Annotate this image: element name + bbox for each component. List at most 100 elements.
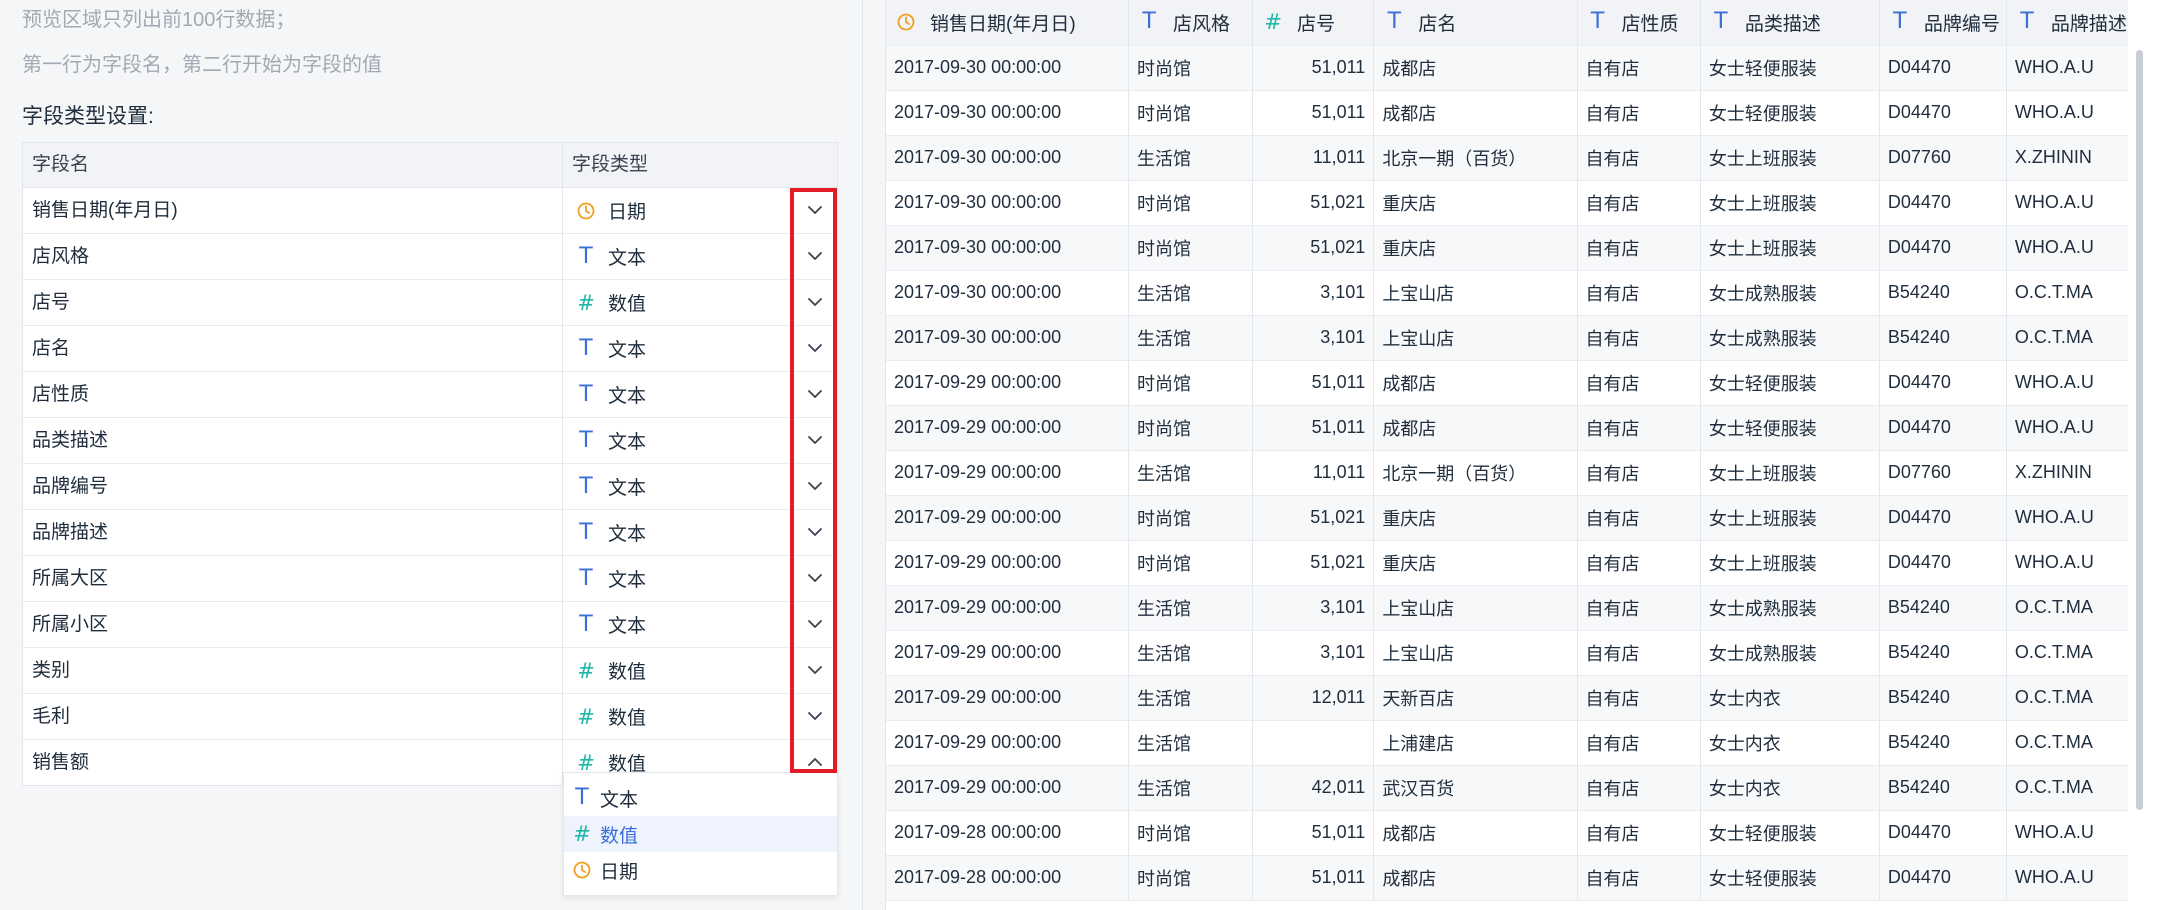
table-cell: 自有店	[1577, 360, 1701, 406]
chevron-down-icon[interactable]	[805, 706, 825, 726]
table-cell: D04470	[1879, 540, 2007, 586]
table-cell: O.C.T.MA	[2006, 675, 2129, 721]
preview-column-header: T 品牌描述	[2006, 0, 2129, 46]
data-preview-table[interactable]: 销售日期(年月日) T 店风格 # 店号 T 店名 T 店性质 T 品类描述 T 品牌编号 T 品牌描述 2…	[885, 0, 2129, 910]
table-cell: B54240	[1879, 630, 2007, 676]
chevron-up-icon[interactable]	[805, 752, 825, 772]
dropdown-option[interactable]: T 文本	[564, 780, 837, 816]
field-row: 品牌描述 T 文本	[23, 510, 837, 556]
chevron-down-icon[interactable]	[805, 568, 825, 588]
table-cell: 生活馆	[1128, 585, 1254, 631]
field-name: 类别	[23, 648, 563, 693]
table-row: 2017-09-29 00:00:00 时尚馆 51,011 成都店 自有店 女士轻便服装…	[886, 405, 2129, 451]
text-type-icon: T	[1590, 9, 1605, 35]
field-type-select[interactable]: T 文本	[563, 372, 837, 417]
field-type-label: 数值	[608, 294, 647, 315]
field-name: 店名	[23, 326, 563, 371]
number-type-icon: #	[577, 290, 595, 315]
field-type-select[interactable]: 日期	[563, 188, 837, 233]
table-cell: 时尚馆	[1128, 360, 1254, 406]
table-cell: 上宝山店	[1373, 585, 1578, 631]
table-cell: 时尚馆	[1128, 45, 1254, 91]
field-name: 店号	[23, 280, 563, 325]
scrollbar-thumb[interactable]	[2136, 50, 2143, 810]
field-type-select[interactable]: # 数值	[563, 648, 837, 693]
table-cell: O.C.T.MA	[2006, 585, 2129, 631]
dropdown-option[interactable]: 日期	[564, 852, 837, 888]
chevron-down-icon[interactable]	[805, 246, 825, 266]
table-cell: 自有店	[1577, 720, 1701, 766]
table-cell: D07760	[1879, 135, 2007, 181]
table-cell: 时尚馆	[1128, 810, 1254, 856]
table-cell: 11,011	[1252, 135, 1375, 181]
table-cell: O.C.T.MA	[2006, 765, 2129, 811]
field-table-header: 字段名 字段类型	[23, 143, 837, 188]
chevron-down-icon[interactable]	[805, 660, 825, 680]
chevron-down-icon[interactable]	[805, 430, 825, 450]
field-type-select[interactable]: # 数值	[563, 694, 837, 739]
table-cell: 2017-09-30 00:00:00	[886, 45, 1130, 91]
preview-column-header: 销售日期(年月日)	[886, 0, 1130, 46]
table-cell: B54240	[1879, 765, 2007, 811]
table-cell: 2017-09-29 00:00:00	[886, 540, 1130, 586]
table-cell: 2017-09-29 00:00:00	[886, 405, 1130, 451]
field-type-select[interactable]: T 文本	[563, 602, 837, 647]
table-cell: WHO.A.U	[2006, 180, 2129, 226]
field-type-select[interactable]: T 文本	[563, 510, 837, 555]
field-type-select[interactable]: T 文本	[563, 464, 837, 509]
chevron-down-icon[interactable]	[805, 614, 825, 634]
chevron-down-icon[interactable]	[805, 522, 825, 542]
vertical-scrollbar[interactable]	[2128, 0, 2160, 910]
table-cell: 女士轻便服装	[1700, 90, 1880, 136]
column-header-label: 店号	[1297, 13, 1336, 35]
table-cell: 成都店	[1373, 45, 1578, 91]
field-type-select[interactable]: # 数值	[563, 280, 837, 325]
table-cell: 自有店	[1577, 585, 1701, 631]
table-cell: 女士上班服装	[1700, 225, 1880, 271]
table-cell: 成都店	[1373, 855, 1578, 901]
table-cell: 天新百店	[1373, 675, 1578, 721]
table-cell: 生活馆	[1128, 135, 1254, 181]
table-cell: D04470	[1879, 405, 2007, 451]
table-cell: 生活馆	[1128, 720, 1254, 766]
field-name: 销售额	[23, 740, 563, 785]
text-type-icon: T	[2020, 9, 2034, 35]
field-type-select[interactable]: T 文本	[563, 418, 837, 463]
table-cell: B54240	[1879, 315, 2007, 361]
table-cell: 自有店	[1577, 495, 1701, 541]
field-type-select[interactable]: T 文本	[563, 556, 837, 601]
table-cell: 自有店	[1577, 855, 1701, 901]
table-cell: B54240	[1879, 720, 2007, 766]
table-cell: 北京一期（百货）	[1373, 135, 1578, 181]
table-cell: WHO.A.U	[2006, 495, 2129, 541]
table-row: 2017-09-30 00:00:00 时尚馆 51,021 重庆店 自有店 女士上班服装…	[886, 180, 2129, 226]
chevron-down-icon[interactable]	[805, 292, 825, 312]
preview-column-header: # 店号	[1252, 0, 1375, 46]
preview-hint-text: 预览区域只列出前100行数据；	[22, 9, 296, 31]
table-cell: 女士内衣	[1700, 765, 1880, 811]
table-cell: 时尚馆	[1128, 495, 1254, 541]
field-type-label: 文本	[608, 478, 647, 499]
text-type-icon: T	[1714, 9, 1728, 35]
table-cell: O.C.T.MA	[2006, 270, 2129, 316]
table-cell: O.C.T.MA	[2006, 630, 2129, 676]
table-cell: B54240	[1879, 675, 2007, 721]
table-cell: 武汉百货	[1373, 765, 1578, 811]
chevron-down-icon[interactable]	[805, 200, 825, 220]
chevron-down-icon[interactable]	[805, 384, 825, 404]
table-cell: 上浦建店	[1373, 720, 1578, 766]
dropdown-option[interactable]: # 数值	[564, 816, 837, 852]
field-type-select[interactable]: T 文本	[563, 234, 837, 279]
chevron-down-icon[interactable]	[805, 338, 825, 358]
field-name: 店性质	[23, 372, 563, 417]
chevron-down-icon[interactable]	[805, 476, 825, 496]
table-cell: WHO.A.U	[2006, 540, 2129, 586]
table-cell: 自有店	[1577, 135, 1701, 181]
text-type-icon: T	[579, 611, 593, 637]
field-type-select[interactable]: T 文本	[563, 326, 837, 371]
table-cell: D04470	[1879, 495, 2007, 541]
field-name: 所属小区	[23, 602, 563, 647]
table-cell: D07760	[1879, 450, 2007, 496]
field-row: 店号 # 数值	[23, 280, 837, 326]
table-cell: 51,011	[1252, 45, 1375, 91]
